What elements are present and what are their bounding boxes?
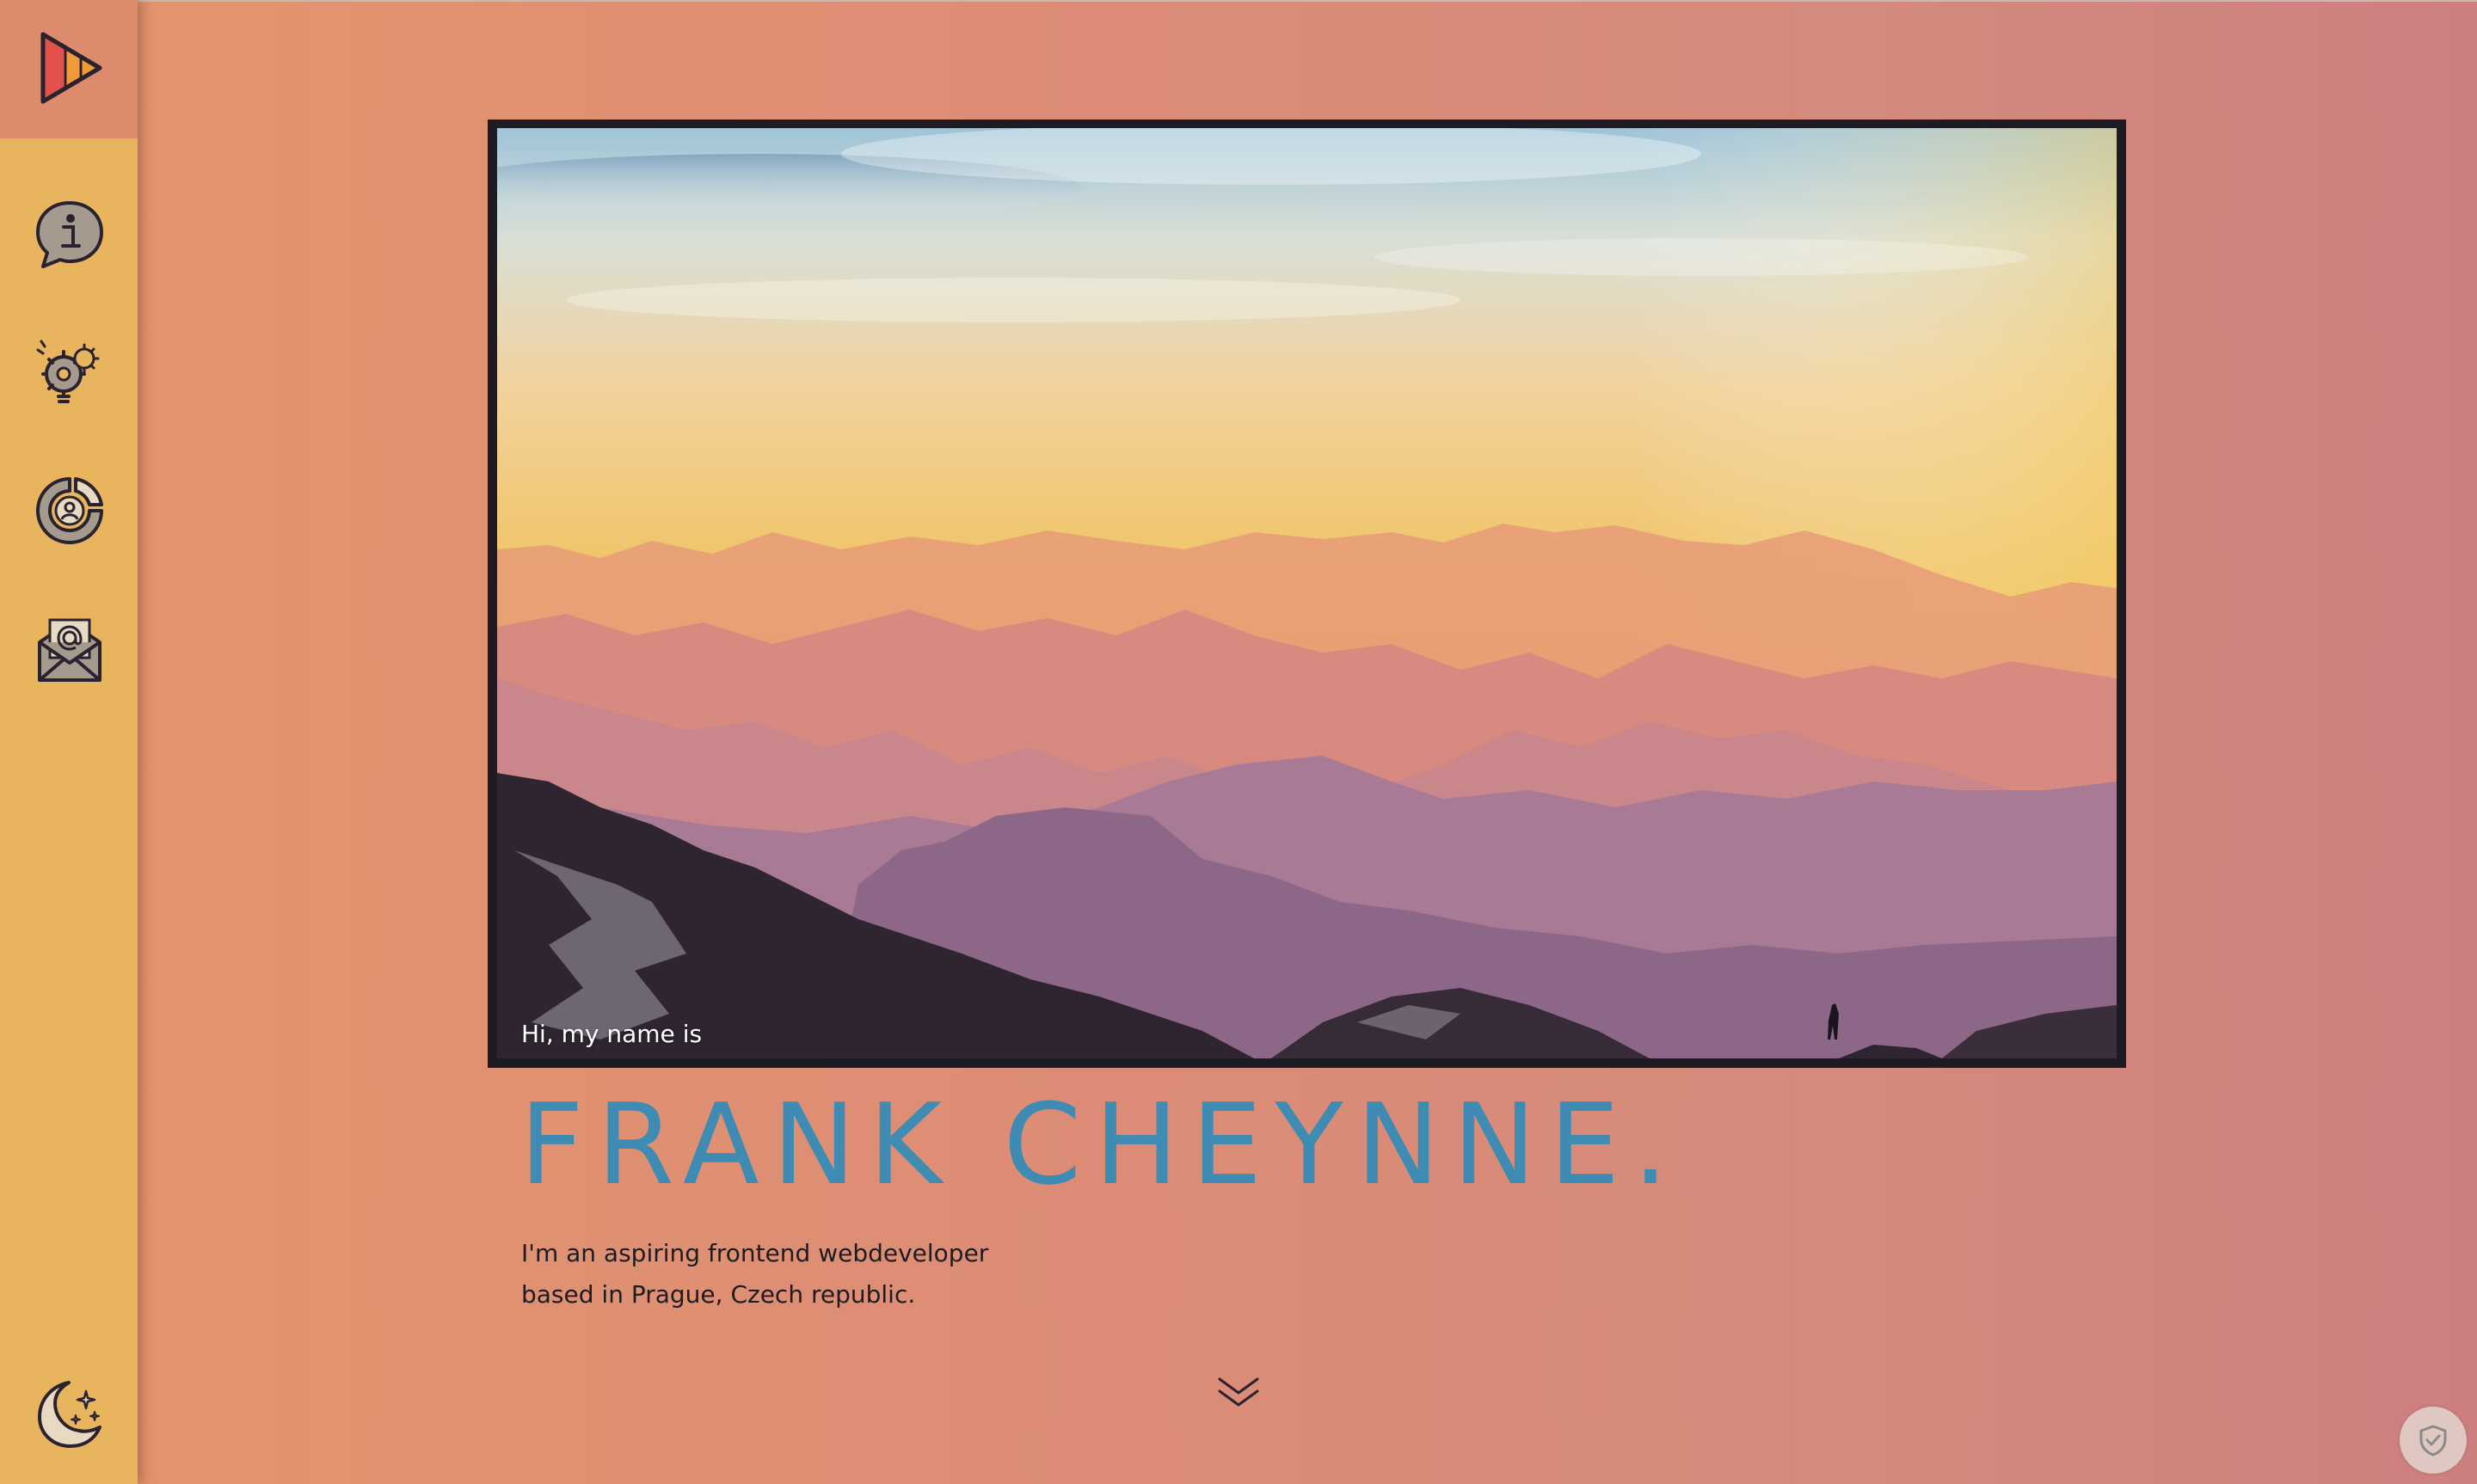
double-chevron-down-icon	[1218, 1377, 1259, 1407]
sidebar-item-skills[interactable]	[34, 338, 105, 408]
mountain-landscape-image	[497, 128, 2117, 1058]
user-target-icon	[36, 477, 103, 544]
theme-toggle-button[interactable]	[34, 1379, 105, 1450]
intro-line-1: I'm an aspiring frontend webdeveloper	[521, 1239, 989, 1267]
sidebar-item-contact[interactable]	[34, 613, 105, 684]
sidebar	[0, 0, 138, 1484]
lightbulb-gears-icon	[36, 340, 100, 403]
play-triangle-logo-icon	[40, 32, 102, 104]
intro-line-2: based in Prague, Czech republic.	[521, 1280, 916, 1309]
shield-check-icon	[2419, 1425, 2447, 1456]
scroll-down-button[interactable]	[1213, 1372, 1264, 1415]
top-border	[0, 0, 2477, 2]
hero-intro: I'm an aspiring frontend webdeveloper ba…	[521, 1233, 1037, 1315]
sidebar-item-profile[interactable]	[34, 475, 105, 546]
hero-name-heading: FRANK CHEYNNE.	[519, 1079, 1681, 1210]
sidebar-item-about[interactable]	[34, 199, 105, 270]
logo[interactable]	[0, 0, 138, 138]
privacy-badge-button[interactable]	[2400, 1407, 2467, 1474]
moon-stars-icon	[38, 1381, 101, 1448]
hero-image-frame	[488, 120, 2126, 1068]
envelope-at-icon	[38, 618, 101, 682]
info-chat-icon	[36, 201, 103, 268]
hero-caption: Hi, my name is	[521, 1020, 703, 1048]
